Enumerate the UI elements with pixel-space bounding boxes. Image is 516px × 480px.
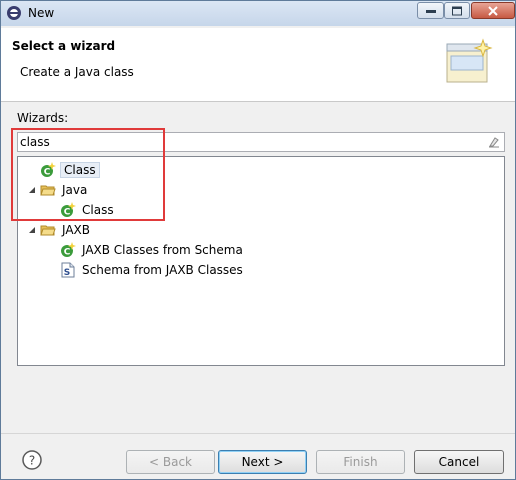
class-icon: C <box>61 242 76 258</box>
wizards-label: Wizards: <box>17 111 69 125</box>
next-button[interactable]: Next > <box>218 450 307 474</box>
finish-button[interactable]: Finish <box>316 450 405 474</box>
close-button[interactable] <box>471 2 515 19</box>
tree-item-jaxb[interactable]: JAXB <box>24 220 224 240</box>
tree-item-label: JAXB Classes from Schema <box>82 243 243 257</box>
eclipse-app-icon <box>7 6 21 20</box>
maximize-icon <box>452 6 462 15</box>
maximize-button[interactable] <box>444 2 470 19</box>
folder-icon <box>40 225 56 236</box>
svg-text:S: S <box>64 268 70 278</box>
tree-item-label: JAXB <box>62 223 90 237</box>
help-icon[interactable]: ? <box>22 450 42 470</box>
tree-item-jaxb-classes-from-schema[interactable]: C JAXB Classes from Schema <box>44 240 304 260</box>
minimize-button[interactable] <box>417 2 444 19</box>
clear-filter-icon[interactable] <box>488 136 500 148</box>
tree-item-schema-from-jaxb-classes[interactable]: S Schema from JAXB Classes <box>44 260 304 280</box>
page-subtitle: Create a Java class <box>20 65 134 79</box>
back-button[interactable]: < Back <box>126 450 215 474</box>
new-wizard-banner-icon <box>446 38 493 83</box>
minimize-icon <box>425 9 436 13</box>
tree-item-label: Schema from JAXB Classes <box>82 263 243 277</box>
svg-text:C: C <box>64 248 71 258</box>
new-wizard-dialog: New Select a wizard Create a Java class … <box>0 0 516 480</box>
schema-file-icon: S <box>61 262 75 278</box>
cancel-button[interactable]: Cancel <box>414 450 504 474</box>
footer-divider <box>1 433 515 434</box>
expanded-arrow-icon[interactable] <box>28 226 36 234</box>
svg-text:?: ? <box>29 454 35 468</box>
page-title: Select a wizard <box>12 39 116 53</box>
wizard-header: Select a wizard Create a Java class <box>1 28 515 102</box>
title-bar[interactable]: New <box>1 1 515 26</box>
red-highlight-annotation <box>11 128 165 221</box>
close-icon <box>488 5 498 16</box>
window-title: New <box>28 6 55 20</box>
